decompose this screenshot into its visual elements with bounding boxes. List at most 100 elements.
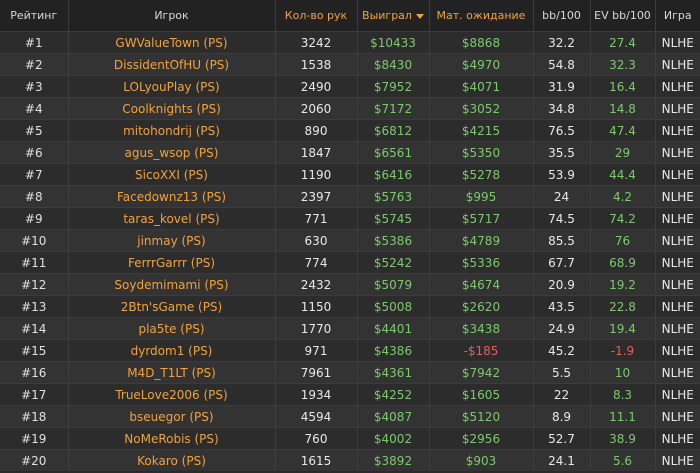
player-name-link[interactable]: Facedownz13 (PS) (67, 185, 275, 208)
player-name-link[interactable]: TrueLove2006 (PS) (67, 383, 275, 406)
player-name-link[interactable]: bseuegor (PS) (67, 405, 275, 428)
game-cell: NLHE (654, 339, 700, 362)
player-name-link[interactable]: agus_wsop (PS) (67, 141, 275, 164)
player-name-link[interactable]: jinmay (PS) (67, 229, 275, 252)
ev-cell: $3438 (428, 317, 533, 340)
player-name-link[interactable]: GWValueTown (PS) (67, 31, 275, 54)
column-header-game[interactable]: Игра (654, 0, 700, 32)
hands-cell: 2060 (274, 97, 357, 120)
evbb100-cell: 10 (589, 361, 655, 384)
table-row: #12 Soydemimami (PS) 2432 $5079 $4674 20.9 19.… (0, 273, 700, 296)
player-name-link[interactable]: Kokaro (PS) (67, 449, 275, 471)
hands-cell: 1847 (274, 141, 357, 164)
table-row: #3 LOLyouPlay (PS) 2490 $7952 $4071 31.9 16.4 N… (0, 75, 700, 98)
hands-cell: 1150 (274, 295, 357, 318)
bb100-cell: 52.7 (532, 427, 590, 450)
evbb100-cell: 29 (589, 141, 655, 164)
table-row: #10 jinmay (PS) 630 $5386 $4789 85.5 76 NLHE (0, 229, 700, 252)
player-name-link[interactable]: DissidentOfHU (PS) (67, 53, 275, 76)
bb100-cell: 31.9 (532, 75, 590, 98)
won-cell: $4361 (356, 361, 429, 384)
player-name-link[interactable]: mitohondrij (PS) (67, 119, 275, 142)
game-cell: NLHE (654, 317, 700, 340)
hands-cell: 2490 (274, 75, 357, 98)
player-name-link[interactable]: Soydemimami (PS) (67, 273, 275, 296)
hands-cell: 1538 (274, 53, 357, 76)
column-header-ev[interactable]: Мат. ожидание (428, 0, 533, 32)
ev-cell: $4970 (428, 53, 533, 76)
player-name-link[interactable]: SicoXXI (PS) (67, 163, 275, 186)
evbb100-cell: 11.1 (589, 405, 655, 428)
player-name-link[interactable]: dyrdom1 (PS) (67, 339, 275, 362)
ev-cell: -$185 (428, 339, 533, 362)
evbb100-cell: 38.9 (589, 427, 655, 450)
table-row: #14 pla5te (PS) 1770 $4401 $3438 24.9 19.4 NLHE (0, 317, 700, 340)
table-row: #17 TrueLove2006 (PS) 1934 $4252 $1605 22 8.3 N… (0, 383, 700, 406)
won-cell: $4002 (356, 427, 429, 450)
ev-cell: $4071 (428, 75, 533, 98)
table-row: #13 2Btn'sGame (PS) 1150 $5008 $2620 43.5 22.8… (0, 295, 700, 318)
hands-cell: 890 (274, 119, 357, 142)
hands-cell: 630 (274, 229, 357, 252)
column-header-bb100[interactable]: bb/100 (532, 0, 590, 32)
rank-cell: #9 (0, 207, 68, 230)
player-name-link[interactable]: pla5te (PS) (67, 317, 275, 340)
ev-cell: $5717 (428, 207, 533, 230)
player-name-link[interactable]: FerrrGarrr (PS) (67, 251, 275, 274)
column-header-evbb100[interactable]: EV bb/100 (589, 0, 655, 32)
hands-cell: 1770 (274, 317, 357, 340)
won-cell: $4087 (356, 405, 429, 428)
player-name-link[interactable]: NoMeRobis (PS) (67, 427, 275, 450)
evbb100-cell: 14.8 (589, 97, 655, 120)
won-cell: $7952 (356, 75, 429, 98)
hands-cell: 771 (274, 207, 357, 230)
column-header-hands[interactable]: Кол-во рук (274, 0, 357, 32)
won-cell: $4252 (356, 383, 429, 406)
player-name-link[interactable]: Coolknights (PS) (67, 97, 275, 120)
bb100-cell: 76.5 (532, 119, 590, 142)
player-name-link[interactable]: M4D_T1LT (PS) (67, 361, 275, 384)
game-cell: NLHE (654, 31, 700, 54)
won-cell: $5763 (356, 185, 429, 208)
won-cell: $3892 (356, 449, 429, 471)
rank-cell: #11 (0, 251, 68, 274)
bb100-cell: 85.5 (532, 229, 590, 252)
column-header-player[interactable]: Игрок (67, 0, 275, 32)
rank-cell: #20 (0, 449, 68, 471)
rank-cell: #2 (0, 53, 68, 76)
player-name-link[interactable]: LOLyouPlay (PS) (67, 75, 275, 98)
hands-cell: 774 (274, 251, 357, 274)
ev-cell: $8868 (428, 31, 533, 54)
evbb100-cell: 68.9 (589, 251, 655, 274)
player-name-link[interactable]: taras_kovel (PS) (67, 207, 275, 230)
evbb100-cell: 44.4 (589, 163, 655, 186)
column-header-rank[interactable]: Рейтинг (0, 0, 68, 32)
bb100-cell: 34.8 (532, 97, 590, 120)
bb100-cell: 67.7 (532, 251, 590, 274)
won-cell: $5242 (356, 251, 429, 274)
column-header-won[interactable]: Выиграл (356, 0, 429, 32)
player-name-link[interactable]: 2Btn'sGame (PS) (67, 295, 275, 318)
won-cell: $7172 (356, 97, 429, 120)
table-row: #5 mitohondrij (PS) 890 $6812 $4215 76.5 47.4 N… (0, 119, 700, 142)
evbb100-cell: 4.2 (589, 185, 655, 208)
rank-cell: #15 (0, 339, 68, 362)
ev-cell: $995 (428, 185, 533, 208)
evbb100-cell: 74.2 (589, 207, 655, 230)
ev-cell: $903 (428, 449, 533, 471)
rank-cell: #5 (0, 119, 68, 142)
won-cell: $8430 (356, 53, 429, 76)
table-row: #19 NoMeRobis (PS) 760 $4002 $2956 52.7 38.9 NL… (0, 427, 700, 450)
ev-cell: $4789 (428, 229, 533, 252)
rank-cell: #18 (0, 405, 68, 428)
game-cell: NLHE (654, 75, 700, 98)
hands-cell: 760 (274, 427, 357, 450)
game-cell: NLHE (654, 53, 700, 76)
rank-cell: #1 (0, 31, 68, 54)
evbb100-cell: 47.4 (589, 119, 655, 142)
won-cell: $5386 (356, 229, 429, 252)
game-cell: NLHE (654, 361, 700, 384)
ev-cell: $2620 (428, 295, 533, 318)
rank-cell: #16 (0, 361, 68, 384)
evbb100-cell: 76 (589, 229, 655, 252)
